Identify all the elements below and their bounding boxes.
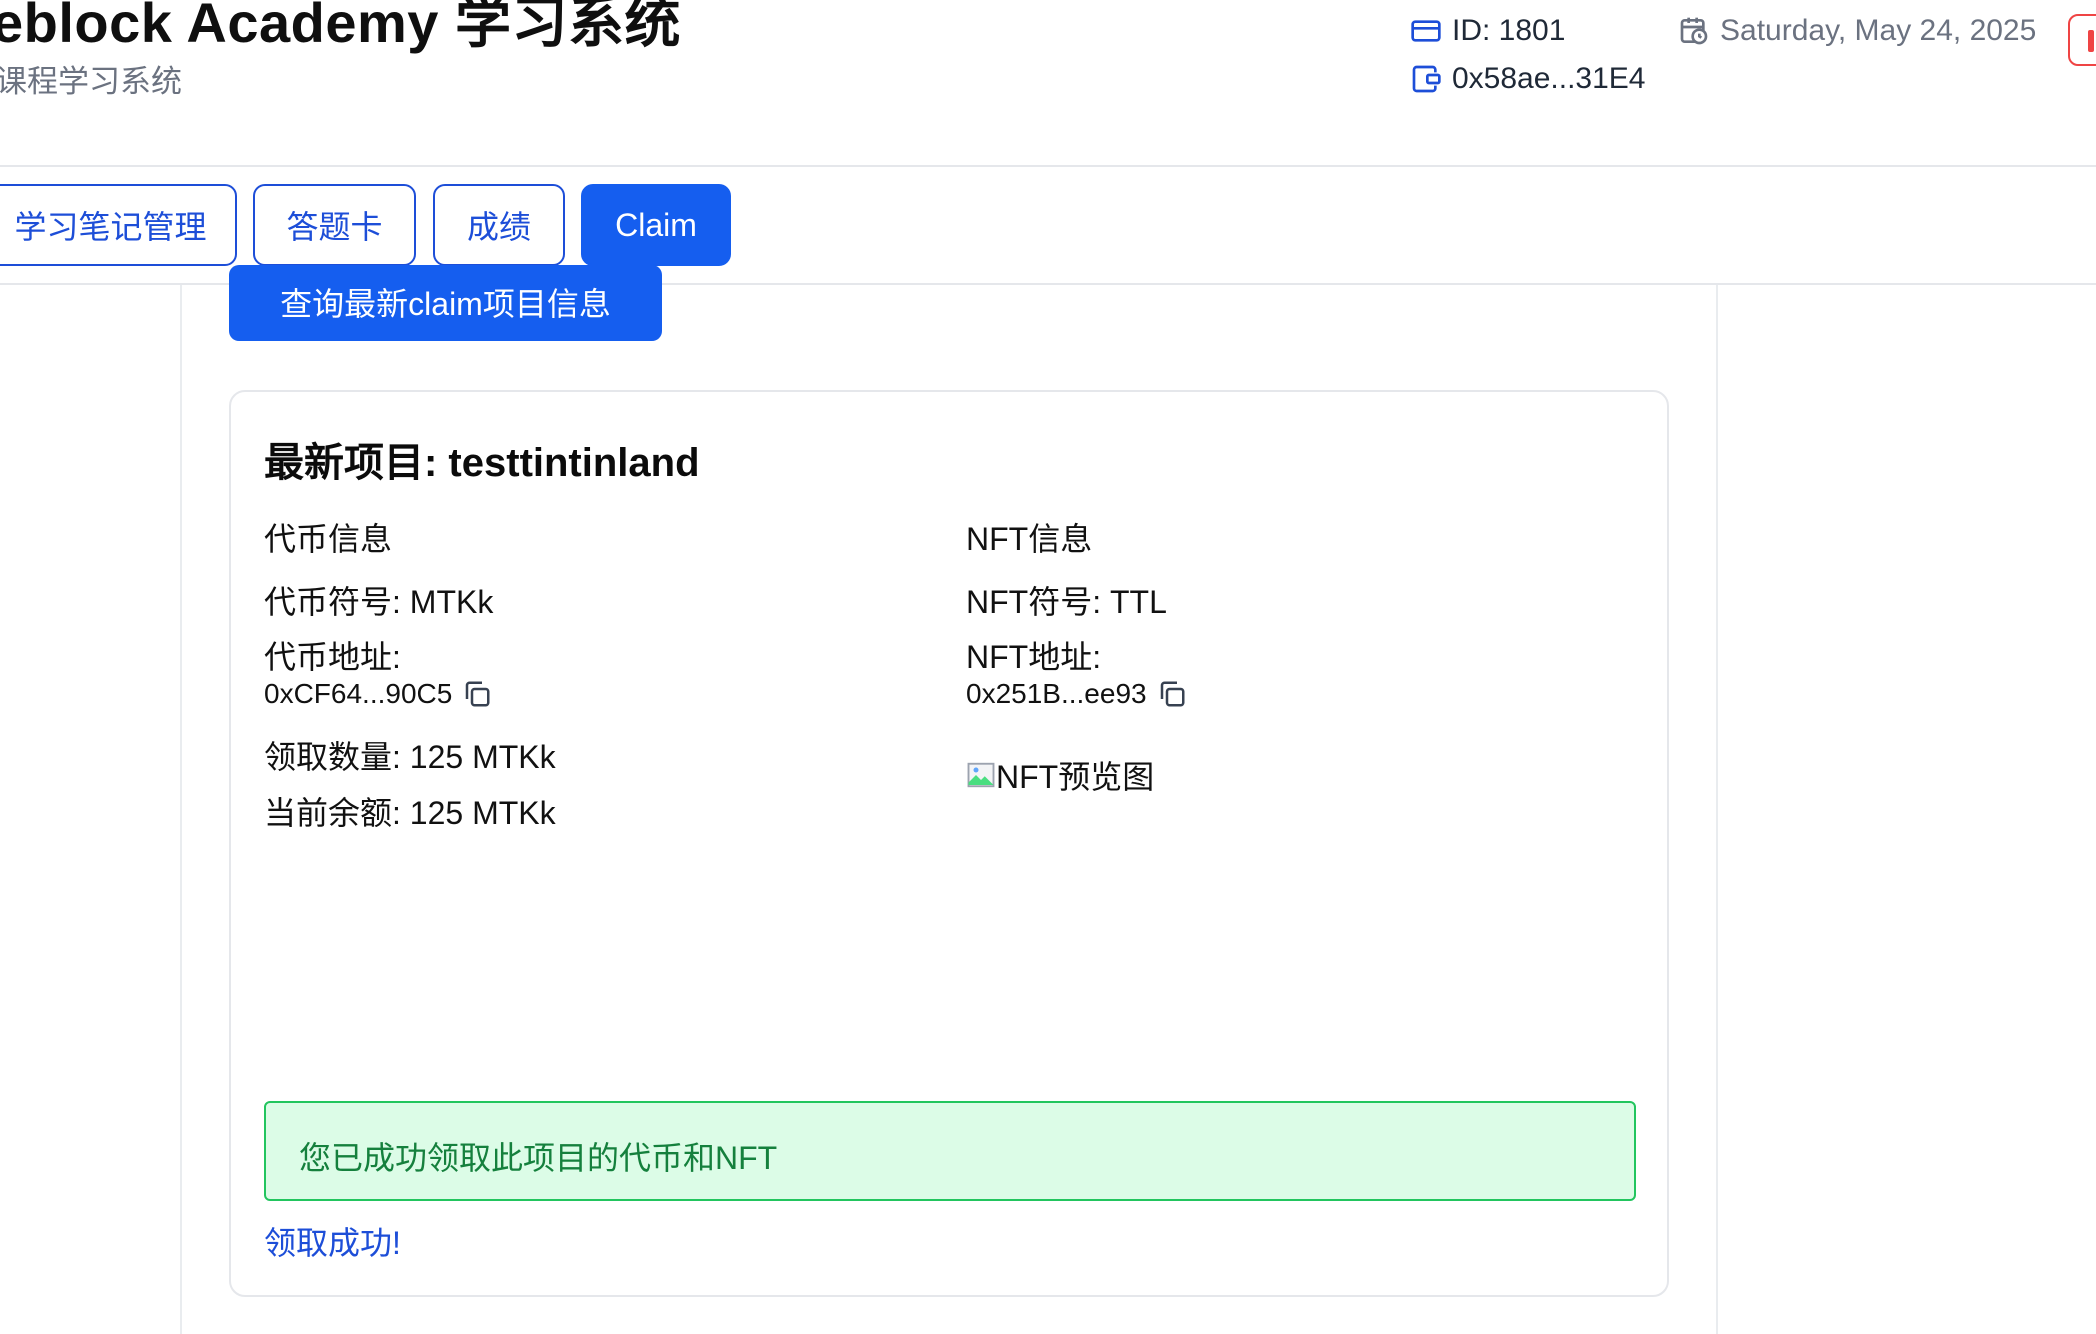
copy-icon[interactable] <box>462 679 492 709</box>
query-claim-button[interactable]: 查询最新claim项目信息 <box>229 265 662 341</box>
tab-study-notes[interactable]: 学习笔记管理 <box>0 184 237 266</box>
broken-image-icon <box>967 762 995 788</box>
wallet-address-text: 0x58ae...31E4 <box>1452 62 1646 95</box>
user-id-text: ID: 1801 <box>1452 14 1566 47</box>
nft-address-text: 0x251B...ee93 <box>966 678 1147 709</box>
copy-icon[interactable] <box>1157 679 1187 709</box>
wallet-address: 0x58ae...31E4 <box>1410 62 1646 96</box>
success-alert: 您已成功领取此项目的代币和NFT <box>264 1101 1636 1201</box>
logout-icon <box>2088 30 2094 52</box>
token-symbol: 代币符号: MTKk <box>264 584 494 620</box>
nft-address: 0x251B...ee93 <box>966 678 1187 710</box>
nft-address-label: NFT地址: <box>966 639 1102 675</box>
current-date: Saturday, May 24, 2025 <box>1678 14 2036 48</box>
page: eblock Academy 学习系统 课程学习系统 ID: 1801 0x58… <box>0 0 2096 1334</box>
project-title: 最新项目: testtintinland <box>264 441 700 485</box>
success-message: 您已成功领取此项目的代币和NFT <box>299 1140 778 1176</box>
nft-preview-image: NFT预览图 <box>966 752 1154 798</box>
app-subtitle: 课程学习系统 <box>0 64 182 99</box>
top-header: eblock Academy 学习系统 课程学习系统 ID: 1801 0x58… <box>0 0 2096 167</box>
token-claim-amount: 领取数量: 125 MTKk <box>264 739 556 775</box>
tab-claim[interactable]: Claim <box>581 184 731 266</box>
nft-preview-alt: NFT预览图 <box>996 759 1155 795</box>
logout-button[interactable] <box>2068 14 2096 66</box>
nft-symbol: NFT符号: TTL <box>966 584 1167 620</box>
token-address-text: 0xCF64...90C5 <box>264 678 453 709</box>
project-card: 最新项目: testtintinland 代币信息 代币符号: MTKk 代币地… <box>229 390 1669 1297</box>
wallet-icon <box>1412 65 1441 93</box>
current-date-text: Saturday, May 24, 2025 <box>1720 14 2037 47</box>
claim-status: 领取成功! <box>264 1225 401 1261</box>
token-balance: 当前余额: 125 MTKk <box>264 795 556 831</box>
token-address-label: 代币地址: <box>264 639 401 675</box>
tab-answer-sheet[interactable]: 答题卡 <box>253 184 416 266</box>
app-title: eblock Academy 学习系统 <box>0 0 681 54</box>
user-id: ID: 1801 <box>1410 14 1565 48</box>
token-address: 0xCF64...90C5 <box>264 678 492 710</box>
calendar-clock-icon <box>1680 17 1708 45</box>
nft-info-heading: NFT信息 <box>966 521 1093 557</box>
tab-grades[interactable]: 成绩 <box>433 184 565 266</box>
token-info-heading: 代币信息 <box>264 521 393 557</box>
id-card-icon <box>1411 20 1441 42</box>
